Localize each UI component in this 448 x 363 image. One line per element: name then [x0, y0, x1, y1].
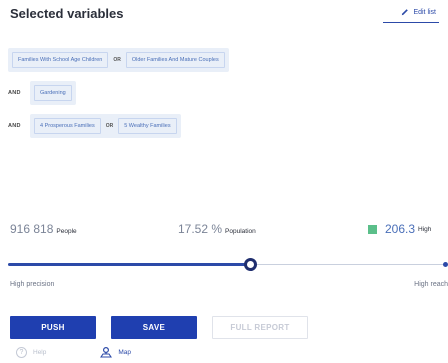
map-link[interactable]: Map — [100, 346, 131, 358]
condition-row: AND Gardening — [8, 81, 408, 105]
people-count: 916 818 — [10, 222, 54, 236]
header: Selected variables Edit list — [10, 6, 440, 26]
condition-group: 4 Prosperous Families OR 5 Wealthy Famil… — [30, 114, 181, 138]
high-indicator-square — [368, 224, 377, 234]
save-button[interactable]: SAVE — [111, 316, 197, 339]
edit-list-label: Edit list — [413, 8, 436, 16]
precision-reach-slider[interactable] — [8, 258, 448, 272]
edit-list-underline — [383, 22, 439, 23]
condition-group: Gardening — [30, 81, 76, 105]
condition-row: Families With School Age Children OR Old… — [8, 48, 408, 72]
slider-track — [250, 264, 445, 265]
map-icon — [100, 346, 113, 358]
help-link[interactable]: ? Help — [16, 346, 47, 358]
and-operator: AND — [8, 90, 21, 96]
high-reach-label: High reach — [414, 281, 448, 288]
and-operator: AND — [8, 123, 21, 129]
push-button[interactable]: PUSH — [10, 316, 96, 339]
condition-row: AND 4 Prosperous Families OR 5 Wealthy F… — [8, 114, 408, 138]
variable-chip[interactable]: Older Families And Mature Couples — [125, 52, 225, 68]
or-operator: OR — [105, 123, 114, 129]
variable-chip[interactable]: 4 Prosperous Families — [34, 118, 101, 134]
variable-chip[interactable]: 5 Wealthy Families — [118, 118, 177, 134]
full-report-button[interactable]: FULL REPORT — [212, 316, 308, 339]
population-unit: Population — [225, 228, 256, 235]
slider-track-fill — [8, 263, 250, 266]
people-unit: People — [56, 228, 77, 235]
high-stat: 206.3 High — [368, 222, 431, 236]
or-operator: OR — [113, 57, 121, 63]
audience-stats: 916 818 People 17.52 % Population 206.3 … — [10, 222, 448, 238]
help-icon: ? — [16, 346, 27, 358]
high-unit: High — [418, 225, 432, 233]
map-label: Map — [118, 348, 132, 356]
pencil-icon — [402, 9, 409, 16]
slider-thumb[interactable] — [244, 258, 257, 271]
high-value: 206.3 — [385, 222, 416, 236]
population-percent: 17.52 % — [178, 222, 223, 236]
people-stat: 916 818 People — [10, 222, 77, 236]
footer: ? Help Map — [16, 346, 131, 358]
help-label: Help — [33, 348, 47, 356]
page-title: Selected variables — [10, 6, 124, 21]
edit-list-link[interactable]: Edit list — [401, 8, 436, 16]
variable-chip[interactable]: Gardening — [34, 85, 72, 101]
variable-chip[interactable]: Families With School Age Children — [12, 52, 109, 68]
population-stat: 17.52 % Population — [178, 222, 256, 236]
high-precision-label: High precision — [10, 281, 55, 288]
action-buttons: PUSH SAVE FULL REPORT — [10, 316, 308, 339]
conditions-list: Families With School Age Children OR Old… — [8, 48, 408, 147]
condition-group: Families With School Age Children OR Old… — [8, 48, 229, 72]
slider-end-dot — [443, 262, 448, 267]
